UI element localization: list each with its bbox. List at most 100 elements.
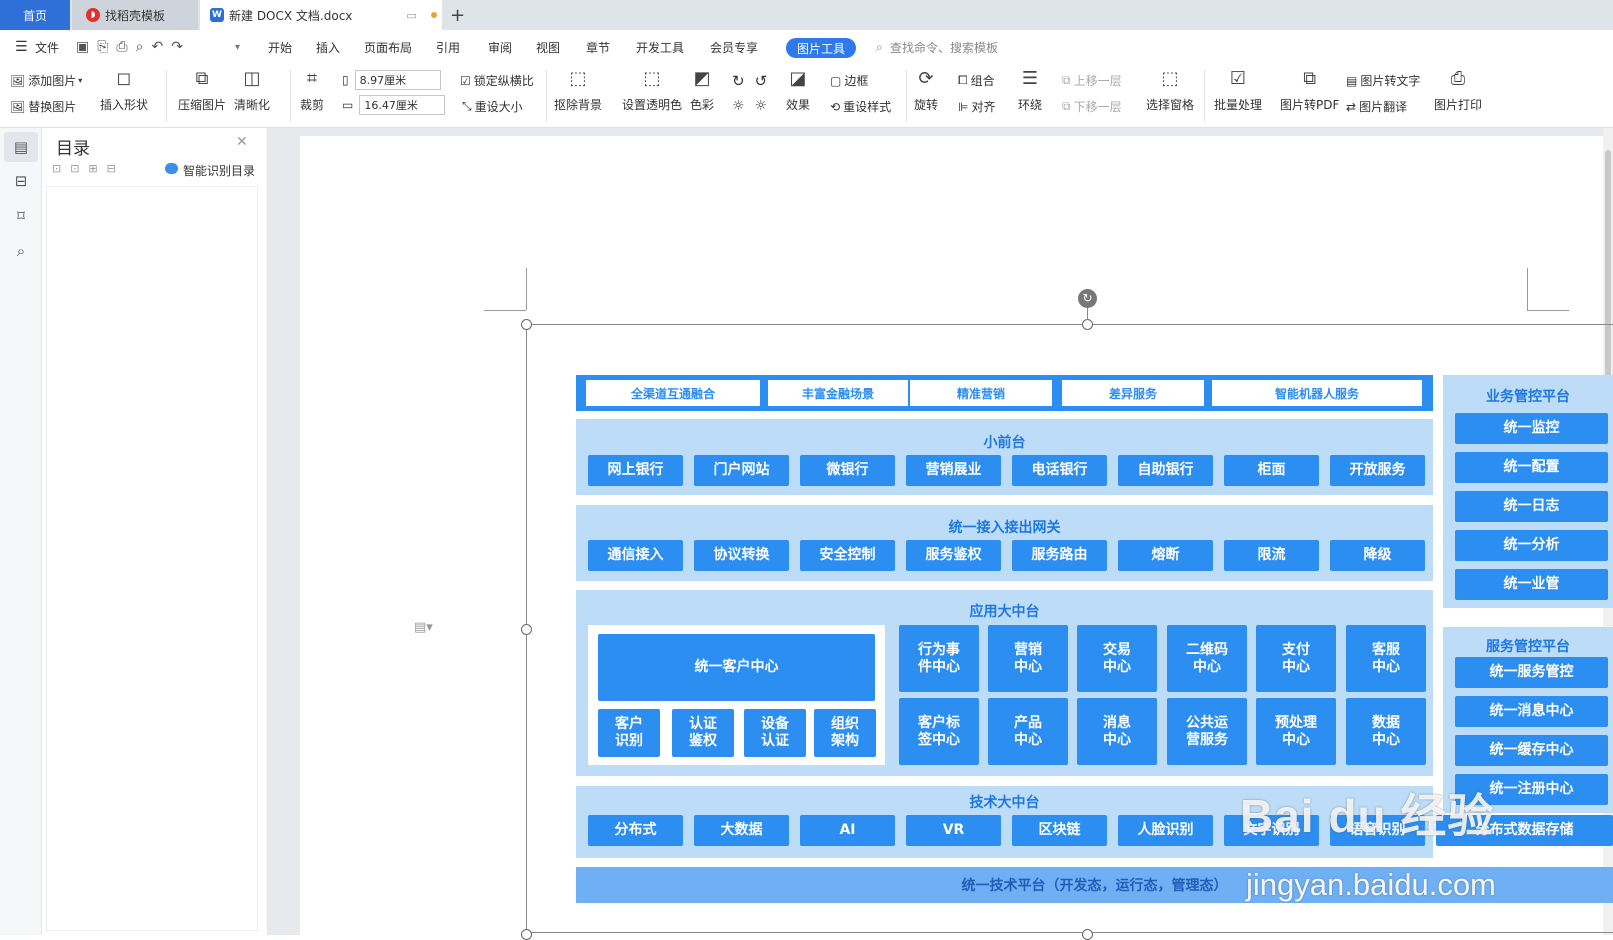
wrap-button[interactable]: ☰ 环绕 <box>1018 68 1042 113</box>
ribbon: 🖼添加图片▾ 🖼替换图片 ◻插入形状 ⧉压缩图片 ◫清晰化 ⌗裁剪 ▯ ▭ ☑锁… <box>0 64 1613 128</box>
monitor-icon[interactable]: ▭ <box>406 9 416 22</box>
tab-bar: 首页 ◗ 找稻壳模板 W 新建 DOCX 文档.docx ▭ + <box>0 0 1613 30</box>
batch-button[interactable]: ☑ 批量处理 <box>1214 68 1262 113</box>
biz-control-item: 统一监控 <box>1455 413 1608 444</box>
reset-size-icon: ⤡ <box>462 99 472 113</box>
front-item: 营销展业 <box>906 455 1001 486</box>
front-item: 开放服务 <box>1330 455 1425 486</box>
dropdown-icon: ▾ <box>78 76 83 85</box>
menu-item[interactable]: 引用 <box>436 39 460 56</box>
search-icon[interactable]: ⌕ <box>876 40 883 55</box>
tab-document-label: 新建 DOCX 文档.docx <box>229 8 353 23</box>
selection-border <box>526 932 1613 933</box>
front-title: 小前台 <box>983 435 1026 451</box>
customer-sub-item: 认证 鉴权 <box>672 709 734 757</box>
resize-handle[interactable] <box>521 624 532 635</box>
checkbox-checked-icon: ☑ <box>460 73 471 88</box>
insert-shape-button[interactable]: ◻ 插入形状 <box>100 68 148 113</box>
hamburger-icon[interactable]: ☰ <box>15 39 28 55</box>
biz-control-item: 统一分析 <box>1455 530 1608 561</box>
compress-button[interactable]: ⧉ 压缩图片 <box>178 68 226 113</box>
new-tab-button[interactable]: + <box>450 0 465 30</box>
menu-item[interactable]: 页面布局 <box>364 39 412 56</box>
new-tab-label: + <box>450 4 466 26</box>
rotate-icons[interactable]: ↻↺ <box>732 72 777 90</box>
height-field[interactable]: ▭ <box>342 95 446 115</box>
menu-item[interactable]: 会员专享 <box>710 39 758 56</box>
to-text-button[interactable]: ▤ 图片转文字 <box>1346 72 1420 89</box>
ai-icon <box>165 163 178 174</box>
close-icon[interactable]: ✕ <box>236 134 248 150</box>
menu-file[interactable]: 文件 <box>35 39 59 56</box>
smart-toc-button[interactable]: 智能识别目录 <box>183 162 255 179</box>
insert-shape-label: 插入形状 <box>100 98 149 112</box>
color-button[interactable]: ◩ 色彩 <box>690 68 714 113</box>
translate-label: 图片翻译 <box>1359 100 1408 114</box>
tech-item: 人脸识别 <box>1118 815 1213 846</box>
menu-item[interactable]: 插入 <box>316 39 340 56</box>
menu-item[interactable]: 视图 <box>536 39 560 56</box>
group-button[interactable]: ⧠ 组合 <box>958 72 995 89</box>
svc-control-item: 统一消息中心 <box>1455 696 1608 727</box>
divider <box>546 70 547 122</box>
sharpen-button[interactable]: ◫ 清晰化 <box>234 68 270 113</box>
reset-size-label: 重设大小 <box>474 100 523 114</box>
translate-button[interactable]: ⇄ 图片翻译 <box>1346 98 1407 115</box>
command-search[interactable]: 查找命令、搜索模板 <box>890 39 998 56</box>
width-field[interactable]: ▯ <box>342 70 441 90</box>
app-center-item: 客户标 签中心 <box>899 698 979 765</box>
divider <box>290 70 291 122</box>
reset-style-button[interactable]: ⟲ 重设样式 <box>830 98 891 115</box>
gateway-title: 统一接入接出网关 <box>948 520 1061 536</box>
navigation-icon[interactable]: ⊟ <box>12 172 30 190</box>
gateway-item: 服务路由 <box>1012 540 1107 571</box>
rotate-handle-icon[interactable]: ↻ <box>1078 289 1097 308</box>
menu-picture-tools[interactable]: 图片工具 <box>786 38 856 58</box>
menu-item[interactable]: 章节 <box>586 39 610 56</box>
front-item: 门户网站 <box>694 455 789 486</box>
tab-document[interactable]: W 新建 DOCX 文档.docx ▭ <box>200 0 442 30</box>
toc-expand-icons[interactable]: ⊡⊡⊞⊟ <box>52 162 125 175</box>
width-input[interactable] <box>354 70 441 90</box>
replace-image-button[interactable]: 🖼 替换图片 <box>10 98 76 115</box>
crop-icon: ⌗ <box>306 68 318 89</box>
menu-item[interactable]: 开发工具 <box>636 39 684 56</box>
border-button[interactable]: ▢ 边框 <box>830 72 868 89</box>
bring-forward-button[interactable]: ⧉ 上移一层 <box>1062 72 1122 89</box>
height-input[interactable] <box>359 95 446 115</box>
customize-arrow-icon[interactable]: ▾ <box>235 42 240 53</box>
app-center-item: 行为事 件中心 <box>899 625 979 692</box>
selection-pane-button[interactable]: ⬚ 选择窗格 <box>1146 68 1194 113</box>
quick-access-icons[interactable]: ▣⎘⎙⌕↶↷ <box>76 39 191 55</box>
menu-item[interactable]: 审阅 <box>488 39 512 56</box>
resize-handle[interactable] <box>1082 319 1093 330</box>
effect-button[interactable]: ◪ 效果 <box>786 68 810 113</box>
add-image-button[interactable]: 🖼 添加图片 ▾ <box>10 72 82 89</box>
resize-handle[interactable] <box>521 319 532 330</box>
group-label: 组合 <box>970 74 995 88</box>
menu-item[interactable]: 开始 <box>268 39 292 56</box>
send-backward-button[interactable]: ⧉ 下移一层 <box>1062 98 1122 115</box>
to-pdf-button[interactable]: ⧉ 图片转PDF <box>1280 68 1339 113</box>
biz-control-item: 统一业管 <box>1455 569 1608 600</box>
send-backward-label: 下移一层 <box>1073 100 1122 114</box>
align-button[interactable]: ⊫ 对齐 <box>958 98 995 115</box>
brightness-icons[interactable]: ☼☼ <box>732 98 777 114</box>
paragraph-layout-icon[interactable]: ▤▾ <box>414 620 433 635</box>
tab-home[interactable]: 首页 <box>0 0 70 30</box>
docer-icon: ◗ <box>86 8 100 22</box>
set-transparent-button[interactable]: ⬚ 设置透明色 <box>622 68 682 113</box>
crop-button[interactable]: ⌗ 裁剪 <box>300 68 324 113</box>
search-icon[interactable]: ⌕ <box>12 242 30 260</box>
tech-item: 分布式 <box>588 815 683 846</box>
reset-size-button[interactable]: ⤡ 重设大小 <box>462 98 523 115</box>
remove-bg-button[interactable]: ⬚ 抠除背景 <box>554 68 602 113</box>
tab-template[interactable]: ◗ 找稻壳模板 <box>72 0 198 30</box>
print-button[interactable]: ⎙ 图片打印 <box>1434 68 1482 113</box>
lock-ratio-checkbox[interactable]: ☑ 锁定纵横比 <box>460 72 534 89</box>
divider <box>1204 70 1205 122</box>
lock-ratio-label: 锁定纵横比 <box>473 74 534 88</box>
bookmark-icon[interactable]: ⌑ <box>12 207 30 225</box>
rotate-button[interactable]: ⟳ 旋转 <box>914 68 938 113</box>
toc-icon[interactable]: ▤ <box>12 138 30 156</box>
